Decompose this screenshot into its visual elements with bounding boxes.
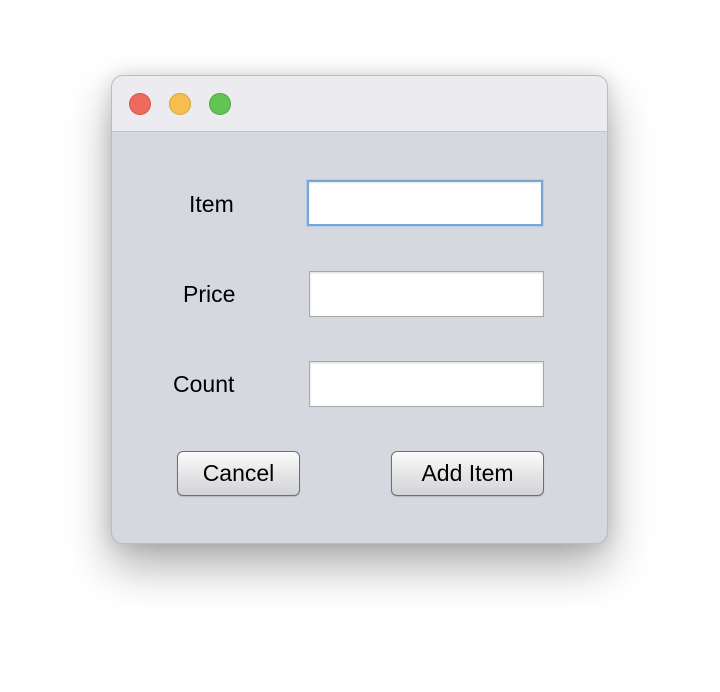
add-item-button[interactable]: Add Item [391, 451, 544, 496]
item-label: Item [189, 191, 234, 217]
count-input[interactable] [309, 361, 544, 407]
item-input[interactable] [307, 180, 543, 226]
zoom-window-button[interactable] [209, 93, 231, 115]
minimize-window-button[interactable] [169, 93, 191, 115]
price-label: Price [183, 281, 236, 307]
price-input[interactable] [309, 271, 544, 317]
title-bar[interactable] [112, 76, 607, 132]
close-window-button[interactable] [129, 93, 151, 115]
count-label: Count [173, 371, 235, 397]
cancel-button[interactable]: Cancel [177, 451, 300, 496]
add-item-dialog: Item Price Count Cancel Add Item [111, 75, 608, 544]
